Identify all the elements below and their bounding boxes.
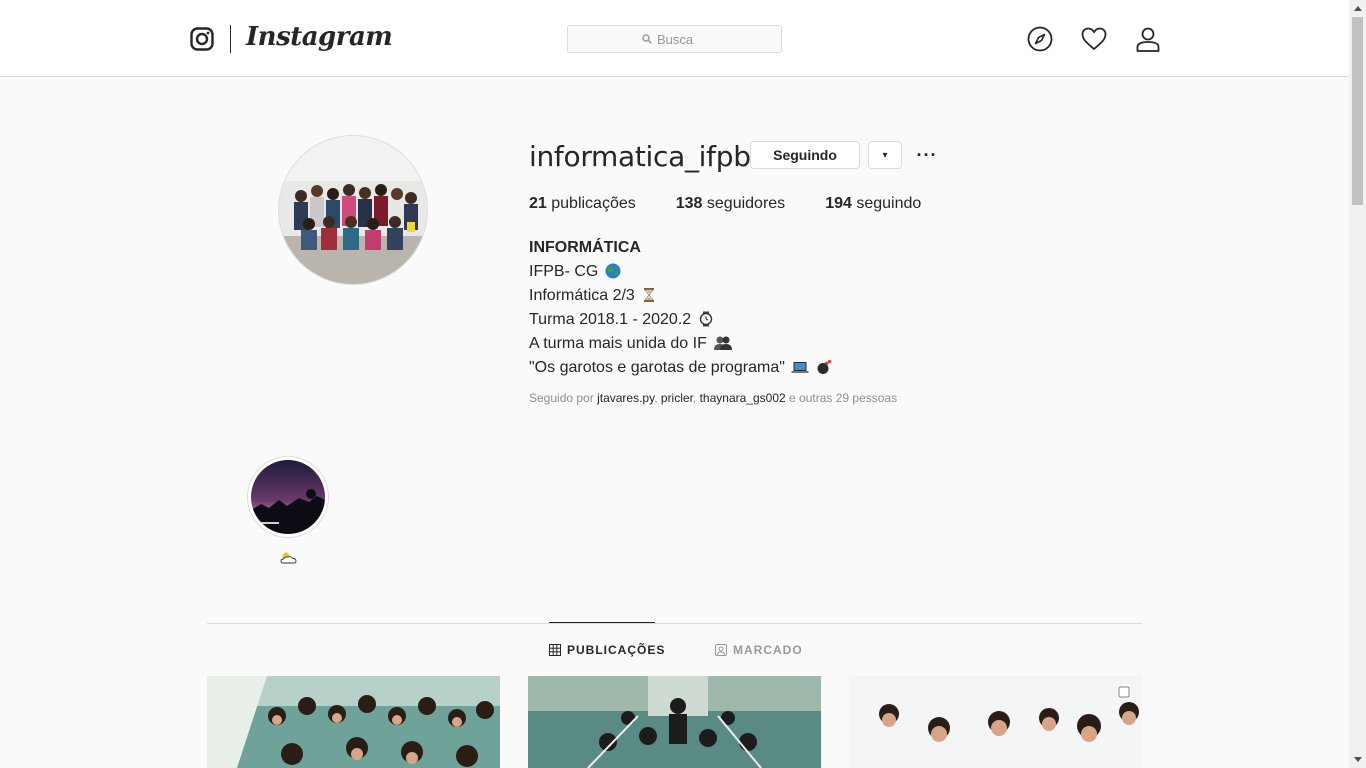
- page-scrollbar[interactable]: [1349, 0, 1366, 768]
- tag-icon: [715, 644, 727, 656]
- user-icon[interactable]: [1135, 26, 1161, 52]
- profile-username: informatica_ifpb2: [529, 140, 769, 173]
- scrollbar-thumb[interactable]: [1352, 17, 1363, 205]
- cloud-sun-icon: [280, 552, 297, 564]
- follower-link[interactable]: pricler: [661, 391, 693, 405]
- bio-line: IFPB- CG: [529, 260, 832, 284]
- search-box[interactable]: [567, 25, 782, 53]
- bio-line: A turma mais unida do IF: [529, 332, 832, 356]
- instagram-wordmark[interactable]: Instagram: [246, 22, 393, 52]
- tabs-divider: [207, 623, 1142, 624]
- tab-marcado[interactable]: MARCADO: [715, 643, 803, 657]
- post-thumbnail[interactable]: [849, 676, 1142, 768]
- scroll-down-arrow-icon[interactable]: [1349, 751, 1366, 768]
- story-highlight-cover: [251, 460, 325, 534]
- suggestions-dropdown-button[interactable]: ▾: [868, 141, 902, 169]
- search-icon: [642, 34, 652, 44]
- tab-publicacoes[interactable]: PUBLICAÇÕES: [549, 643, 665, 657]
- instagram-glyph-icon[interactable]: [190, 27, 214, 51]
- followed-by-text: Seguido por jtavares.py, pricler, thayna…: [529, 391, 898, 405]
- bio-line: Informática 2/3: [529, 284, 832, 308]
- following-stat[interactable]: 194 seguindo: [825, 195, 921, 213]
- tab-label: MARCADO: [733, 643, 803, 657]
- bio-line: Turma 2018.1 - 2020.2: [529, 308, 832, 332]
- compass-icon[interactable]: [1027, 26, 1053, 52]
- scroll-up-arrow-icon[interactable]: [1349, 0, 1366, 17]
- followers-stat[interactable]: 138 seguidores: [676, 195, 785, 213]
- profile-bio: INFORMÁTICA IFPB- CG Informática 2/3 Tur…: [529, 236, 832, 380]
- people-emoji-icon: [714, 336, 733, 350]
- follower-link[interactable]: jtavares.py: [597, 391, 654, 405]
- follower-link[interactable]: thaynara_gs002: [700, 391, 786, 405]
- bomb-emoji-icon: [817, 359, 832, 374]
- globe-emoji-icon: [605, 263, 621, 279]
- logo-divider: [230, 25, 231, 53]
- profile-avatar[interactable]: [278, 135, 428, 285]
- hourglass-emoji-icon: [644, 288, 655, 302]
- laptop-emoji-icon: [791, 362, 809, 373]
- heart-icon[interactable]: [1081, 26, 1107, 52]
- bio-line: "Os garotos e garotas de programa": [529, 356, 832, 380]
- following-button[interactable]: Seguindo: [750, 141, 860, 169]
- profile-stats: 21 publicações 138 seguidores 194 seguin…: [529, 195, 921, 213]
- more-options-button[interactable]: ···: [914, 141, 940, 169]
- grid-icon: [549, 644, 561, 656]
- post-thumbnail[interactable]: [528, 676, 821, 768]
- posts-stat: 21 publicações: [529, 195, 636, 212]
- tab-label: PUBLICAÇÕES: [567, 643, 666, 657]
- top-navigation-bar: Instagram: [0, 0, 1349, 77]
- active-tab-indicator: [549, 622, 655, 623]
- watch-emoji-icon: [699, 311, 712, 327]
- bio-name: INFORMÁTICA: [529, 239, 641, 256]
- search-input[interactable]: [657, 31, 707, 47]
- story-highlight[interactable]: [247, 456, 329, 538]
- multiple-photos-icon: [1118, 684, 1132, 698]
- post-thumbnail[interactable]: [207, 676, 500, 768]
